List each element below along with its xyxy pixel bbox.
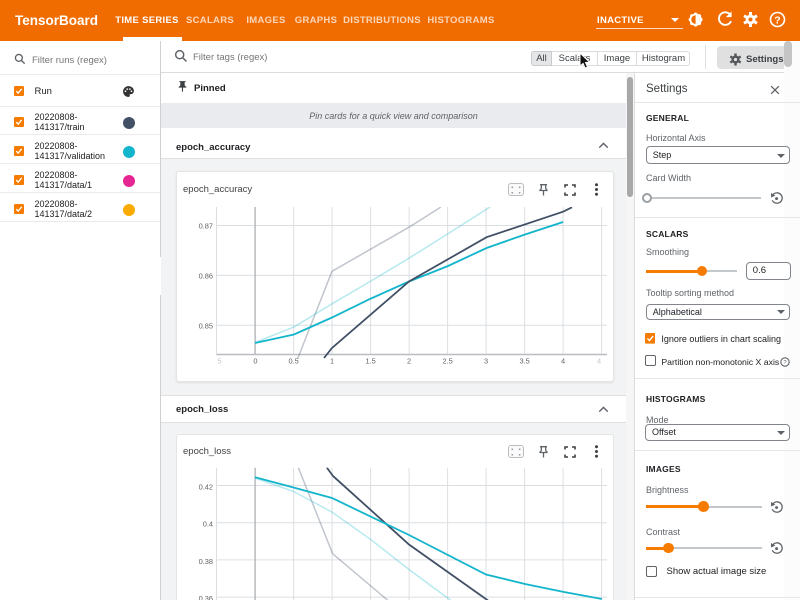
svg-text:0.38: 0.38 — [199, 557, 213, 566]
svg-text:3.5: 3.5 — [519, 357, 529, 366]
svg-text:4: 4 — [597, 357, 601, 366]
svg-text:0: 0 — [253, 357, 257, 366]
svg-text:0.87: 0.87 — [199, 222, 213, 231]
svg-text:?: ? — [774, 15, 780, 27]
svg-text:0.36: 0.36 — [199, 594, 213, 600]
svg-text:1: 1 — [330, 357, 334, 366]
svg-text:5: 5 — [217, 357, 221, 366]
svg-text:1.5: 1.5 — [365, 357, 375, 366]
svg-text:0.85: 0.85 — [199, 321, 213, 330]
svg-text:4: 4 — [561, 357, 565, 366]
svg-text:3: 3 — [484, 357, 488, 366]
svg-text:0.86: 0.86 — [199, 271, 213, 280]
svg-text:2: 2 — [407, 357, 411, 366]
svg-text:0.4: 0.4 — [203, 520, 213, 529]
svg-text:0.42: 0.42 — [199, 483, 213, 492]
svg-text:2.5: 2.5 — [442, 357, 452, 366]
